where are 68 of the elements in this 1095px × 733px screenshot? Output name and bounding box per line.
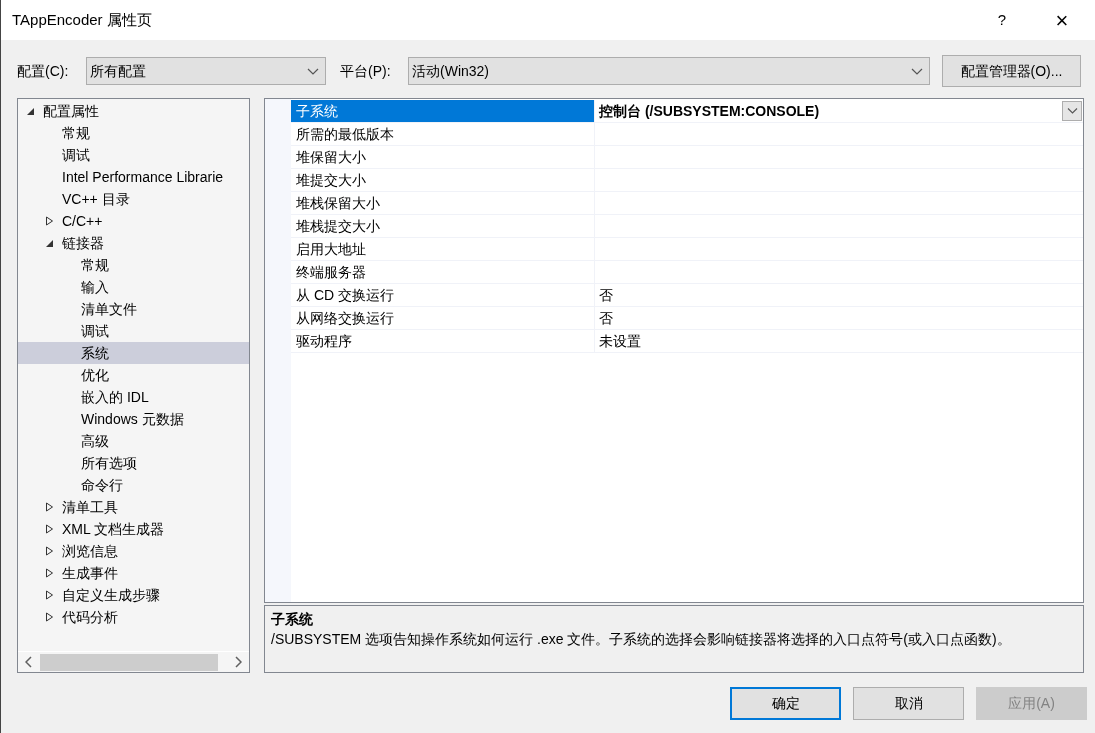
tree-item[interactable]: 代码分析 [18,606,249,628]
expand-arrow-icon[interactable] [45,568,54,578]
expand-arrow-icon[interactable] [45,546,54,556]
property-name[interactable]: 驱动程序 [291,330,595,352]
tree-item[interactable]: 清单工具 [18,496,249,518]
collapse-arrow-icon[interactable] [45,238,54,248]
description-text: /SUBSYSTEM 选项告知操作系统如何运行 .exe 文件。子系统的选择会影响链接器将选择的入口点符号(或入口点函数)。 [271,630,1012,649]
tree-item[interactable]: 常规 [18,122,249,144]
tree-item[interactable]: 清单文件 [18,298,249,320]
scroll-thumb[interactable] [40,653,218,671]
tree-item[interactable]: VC++ 目录 [18,188,249,210]
scroll-left-icon[interactable] [25,656,33,668]
property-name[interactable]: 从网络交换运行 [291,307,595,329]
chevron-icon [307,67,319,75]
property-name[interactable]: 堆保留大小 [291,146,595,168]
tree-item[interactable]: 输入 [18,276,249,298]
tree-item[interactable]: Intel Performance Librarie [18,166,249,188]
window-title: TAppEncoder 属性页 [12,9,153,30]
chevron-icon [911,67,923,75]
tree-item[interactable]: 生成事件 [18,562,249,584]
tree-item[interactable]: 常规 [18,254,249,276]
tree-item[interactable]: XML 文档生成器 [18,518,249,540]
property-name[interactable]: 所需的最低版本 [291,123,595,145]
expand-arrow-icon[interactable] [45,612,54,622]
tree-item[interactable]: 优化 [18,364,249,386]
close-button[interactable]: × [1039,0,1085,40]
expand-arrow-icon[interactable] [45,590,54,600]
tree-item[interactable]: 浏览信息 [18,540,249,562]
property-name[interactable]: 终端服务器 [291,261,595,283]
dropdown-button[interactable] [1062,101,1082,121]
tree-item[interactable]: 高级 [18,430,249,452]
tree-item[interactable]: 所有选项 [18,452,249,474]
dialog-button[interactable]: 确定 [730,687,841,720]
property-value[interactable]: 控制台 (/SUBSYSTEM:CONSOLE) [595,100,1083,122]
horizontal-scrollbar[interactable] [18,651,249,672]
scroll-right-icon[interactable] [234,656,242,668]
tree-item[interactable]: C/C++ [18,210,249,232]
collapse-arrow-icon[interactable] [26,106,35,116]
tree-item[interactable]: Windows 元数据 [18,408,249,430]
property-name[interactable]: 堆栈保留大小 [291,192,595,214]
tree-item[interactable]: 调试 [18,320,249,342]
tree-item[interactable]: 调试 [18,144,249,166]
property-name[interactable]: 堆栈提交大小 [291,215,595,237]
tree-item[interactable]: 命令行 [18,474,249,496]
property-value[interactable]: 否 [595,284,1083,306]
tree-item[interactable]: 自定义生成步骤 [18,584,249,606]
platform-dropdown[interactable]: 活动(Win32) [408,57,930,85]
chevron-icon [1066,108,1078,114]
property-name[interactable]: 堆提交大小 [291,169,595,191]
description-title: 子系统 [271,610,314,629]
tree-item[interactable]: 嵌入的 IDL [18,386,249,408]
dialog-button[interactable]: 取消 [853,687,964,720]
platform-label: 平台(P): [340,61,392,81]
expand-arrow-icon[interactable] [45,524,54,534]
tree-item[interactable]: 链接器 [18,232,249,254]
property-value[interactable]: 未设置 [595,330,1083,352]
help-button[interactable]: ? [979,0,1025,40]
config-label: 配置(C): [17,61,70,81]
tree-item[interactable]: 系统 [18,342,249,364]
config-manager-button[interactable]: 配置管理器(O)... [942,55,1081,87]
tree-item[interactable]: 配置属性 [18,100,249,122]
config-dropdown[interactable]: 所有配置 [86,57,326,85]
property-name[interactable]: 子系统 [291,100,595,122]
expand-arrow-icon[interactable] [45,502,54,512]
property-name[interactable]: 从 CD 交换运行 [291,284,595,306]
property-name[interactable]: 启用大地址 [291,238,595,260]
expand-arrow-icon[interactable] [45,216,54,226]
property-value[interactable]: 否 [595,307,1083,329]
